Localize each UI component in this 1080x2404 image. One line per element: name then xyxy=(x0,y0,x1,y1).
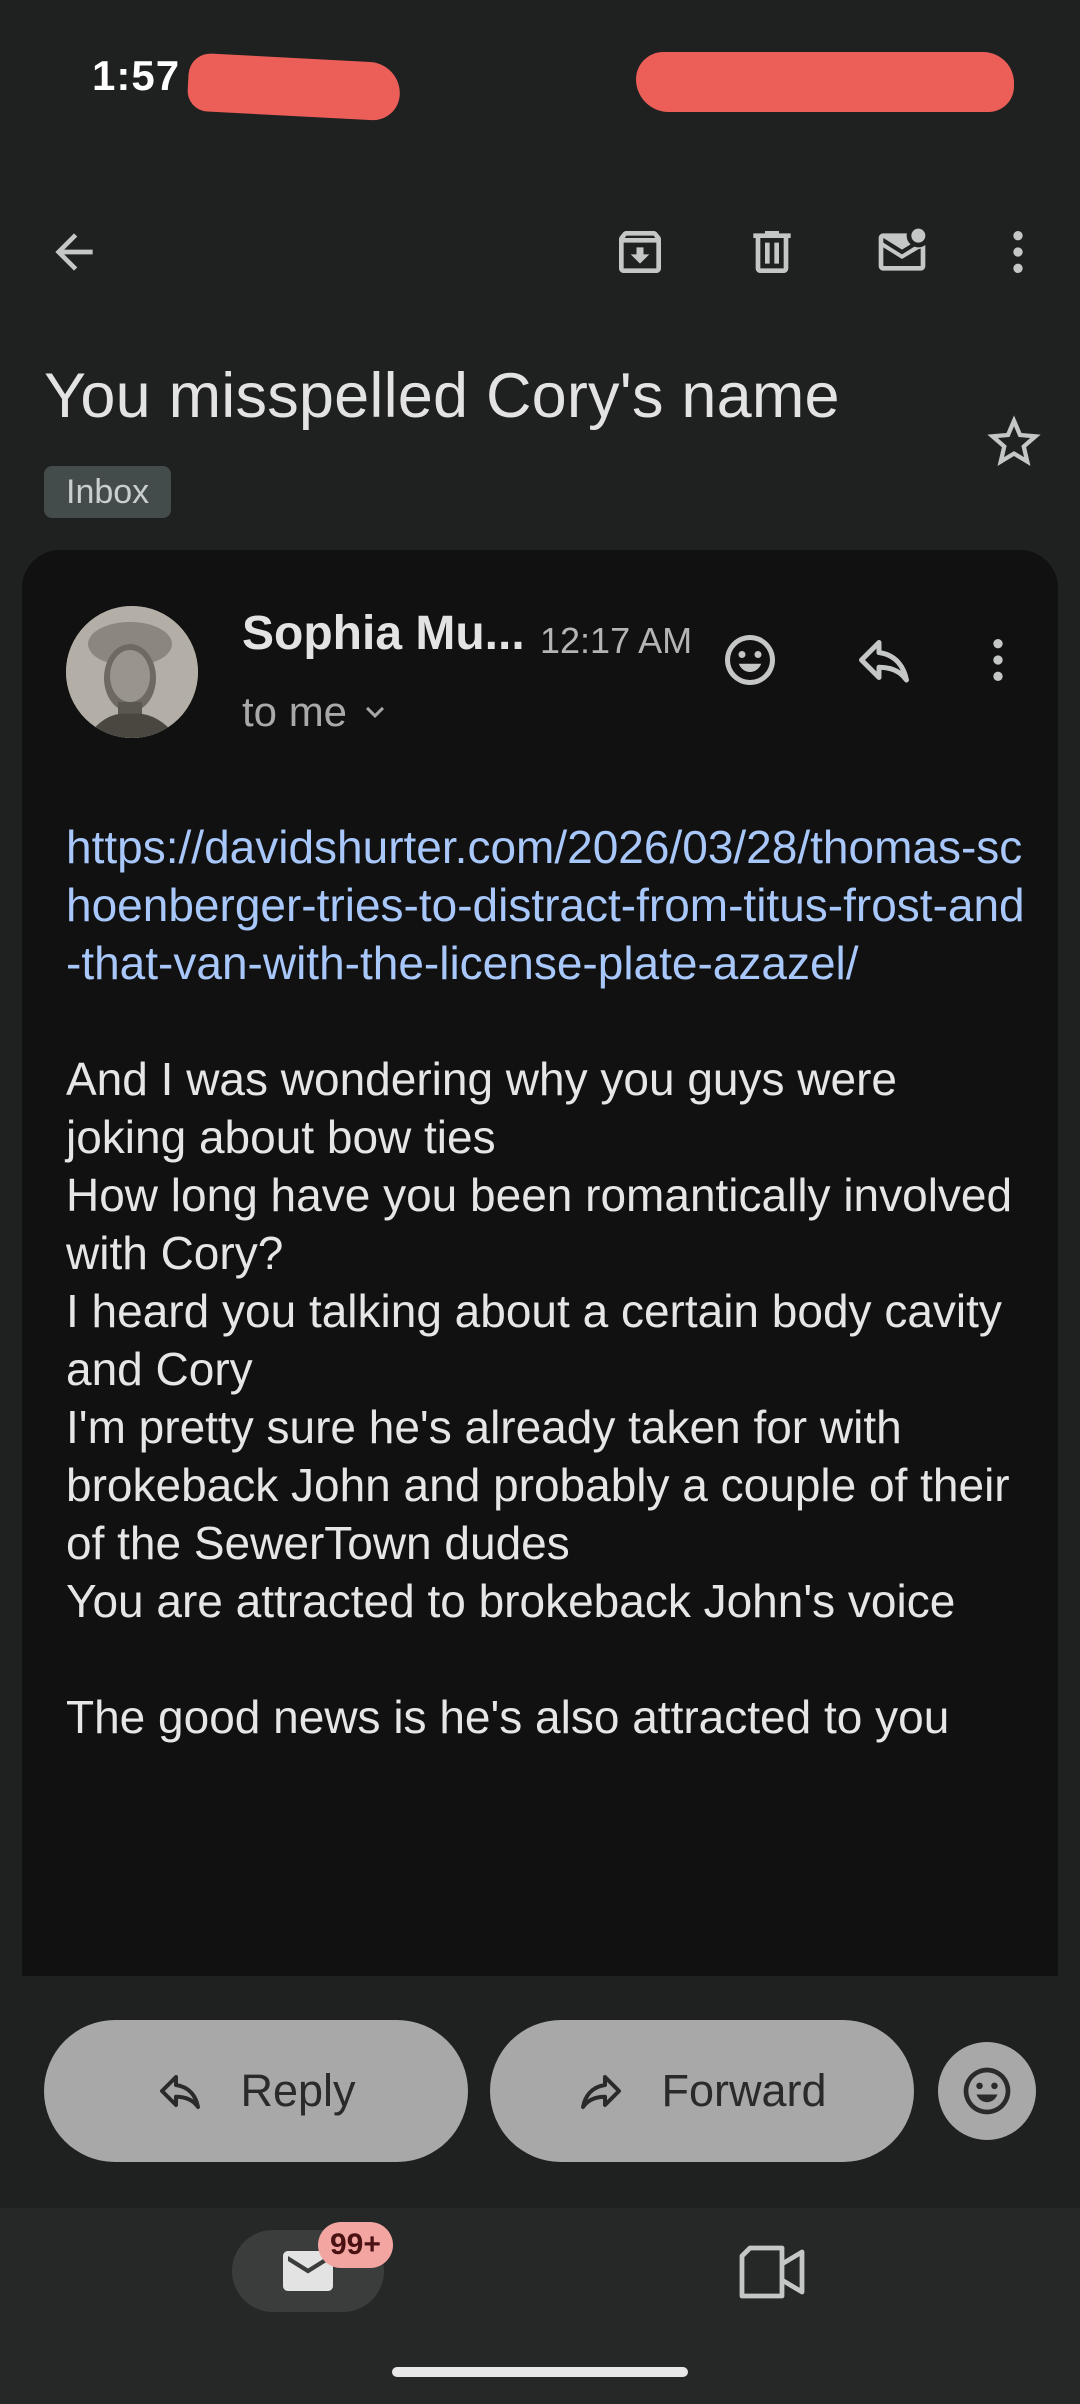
nav-meet-tab[interactable] xyxy=(738,2244,806,2300)
reply-button[interactable]: Reply xyxy=(44,2020,468,2162)
home-indicator[interactable] xyxy=(392,2367,688,2377)
label-chip-inbox[interactable]: Inbox xyxy=(44,466,172,518)
status-bar: 1:57 xyxy=(0,0,1080,160)
arrow-left-icon[interactable] xyxy=(42,220,106,284)
sender-name[interactable]: Sophia Mu... xyxy=(242,606,525,661)
reply-label: Reply xyxy=(240,2065,356,2116)
react-emoji-button[interactable] xyxy=(938,2042,1036,2140)
forward-label: Forward xyxy=(661,2065,827,2116)
emoji-icon xyxy=(963,2067,1011,2115)
top-toolbar xyxy=(0,200,1080,300)
message-card: Sophia Mu... 12:17 AM to me https://davi… xyxy=(22,550,1058,1976)
trash-icon[interactable] xyxy=(740,220,804,284)
status-time: 1:57 xyxy=(92,52,181,99)
body-line: You are attracted to brokeback John's vo… xyxy=(66,1575,956,1627)
body-line: I'm pretty sure he's already taken for w… xyxy=(66,1401,1010,1569)
recipient-toggle[interactable]: to me xyxy=(242,688,393,736)
reply-icon xyxy=(160,2075,201,2109)
more-vert-icon[interactable] xyxy=(964,626,1032,694)
redaction-mark xyxy=(186,52,402,122)
more-vert-icon[interactable] xyxy=(986,220,1050,284)
recipient-label: to me xyxy=(242,688,348,735)
video-camera-icon xyxy=(739,2245,805,2299)
star-icon[interactable] xyxy=(982,410,1046,474)
redaction-mark xyxy=(636,52,1014,112)
forward-button[interactable]: Forward xyxy=(490,2020,914,2162)
mail-unread-icon[interactable] xyxy=(870,220,934,284)
avatar[interactable] xyxy=(66,606,198,738)
body-closing: The good news is he's also attracted to … xyxy=(66,1691,950,1743)
email-link[interactable]: https://davidshurter.com/2026/03/28/thom… xyxy=(66,818,1026,992)
action-row: Reply Forward xyxy=(0,2020,1080,2162)
body-line: How long have you been romantically invo… xyxy=(66,1169,1013,1279)
reply-icon[interactable] xyxy=(850,626,918,694)
chevron-down-icon xyxy=(366,706,385,718)
add-reaction-icon[interactable] xyxy=(716,626,784,694)
body-line: I heard you talking about a certain body… xyxy=(66,1285,1002,1395)
email-subject: You misspelled Cory's name xyxy=(44,361,840,431)
email-time: 12:17 AM xyxy=(540,620,693,661)
email-body: https://davidshurter.com/2026/03/28/thom… xyxy=(66,818,1026,1746)
body-line: And I was wondering why you guys were jo… xyxy=(66,1053,897,1163)
archive-icon[interactable] xyxy=(608,220,672,284)
forward-icon xyxy=(581,2075,622,2109)
unread-badge: 99+ xyxy=(318,2222,393,2268)
